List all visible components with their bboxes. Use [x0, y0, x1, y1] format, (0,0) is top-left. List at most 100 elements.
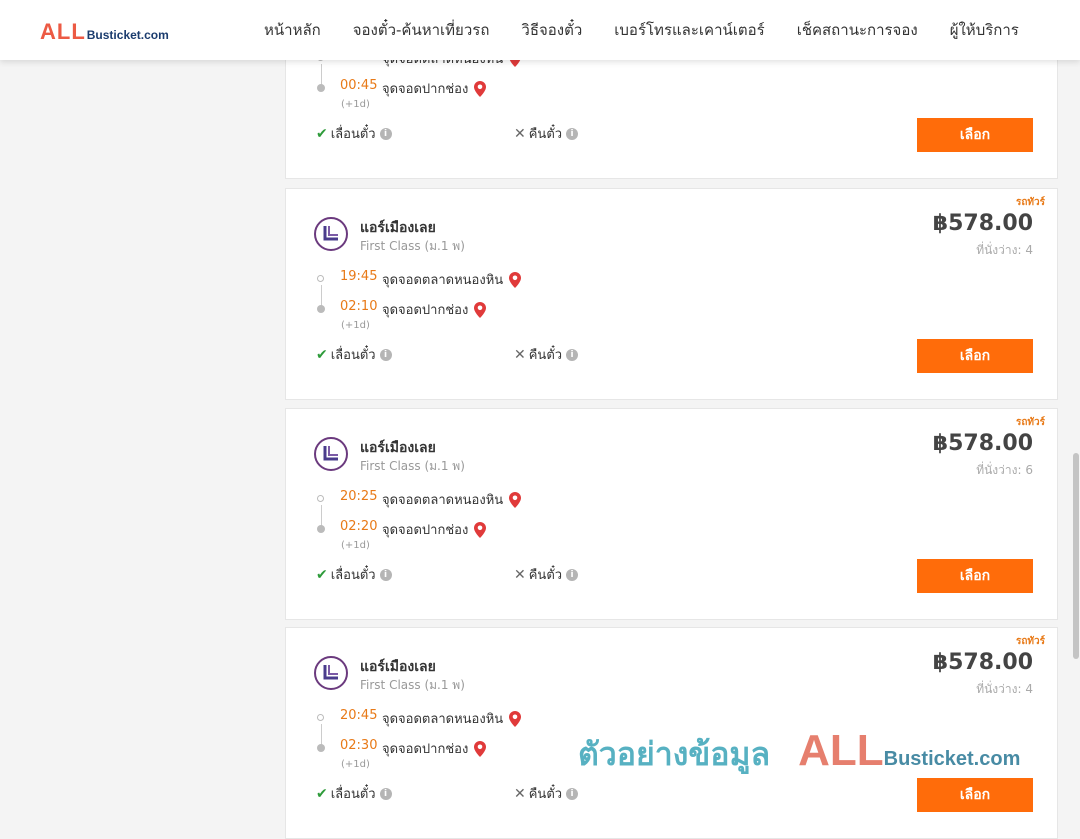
main-nav: หน้าหลัก จองตั๋ว-ค้นหาเที่ยวรถ วิธีจองตั… [248, 0, 1035, 60]
operator-logo [314, 656, 348, 690]
bus-type-badge: รถทัวร์ [1015, 417, 1045, 428]
depart-place: จุดจอดตลาดหนองหิน [382, 489, 522, 510]
arrive-place: จุดจอดปากช่อง [382, 78, 487, 99]
operator-logo [314, 217, 348, 251]
depart-dot-icon [317, 714, 324, 721]
nav-home[interactable]: หน้าหลัก [248, 18, 337, 42]
cross-icon: ✕ [514, 566, 526, 583]
refund-ticket-label: คืนตั๋ว [528, 787, 563, 802]
select-trip-button[interactable]: เลือก [917, 118, 1033, 152]
next-day-marker: (+1d) [341, 759, 370, 770]
operator-name: แอร์เมืองเลย [360, 659, 436, 675]
seats-available: ที่นั่งว่าง: 4 [976, 682, 1033, 696]
change-ticket-policy: ✔ เลื่อนตั๋ว i [316, 564, 392, 585]
check-icon: ✔ [316, 346, 328, 363]
route-line [321, 505, 322, 527]
trip-card: รถทัวร์ แอร์เมืองเลย First Class (ม.1 พ) ฿5… [285, 188, 1058, 400]
refund-ticket-policy: ✕ คืนตั๋ว i [514, 564, 579, 585]
info-icon[interactable]: i [379, 568, 392, 581]
next-day-marker: (+1d) [341, 320, 370, 331]
ticket-price: ฿578.00 [932, 211, 1033, 236]
info-icon[interactable]: i [566, 568, 579, 581]
depart-dot-icon [317, 495, 324, 502]
seats-available: ที่นั่งว่าง: 4 [976, 243, 1033, 257]
cross-icon: ✕ [514, 346, 526, 363]
depart-place-label: จุดจอดตลาดหนองหิน [382, 273, 504, 288]
info-icon[interactable]: i [379, 127, 392, 140]
refund-ticket-policy: ✕ คืนตั๋ว i [514, 783, 579, 804]
map-pin-icon[interactable] [509, 491, 522, 508]
nav-check-booking[interactable]: เช็คสถานะการจอง [781, 18, 934, 42]
info-icon[interactable]: i [566, 127, 579, 140]
refund-ticket-label: คืนตั๋ว [528, 127, 563, 142]
arrive-dot-icon [317, 84, 325, 92]
map-pin-icon[interactable] [509, 710, 522, 727]
arrive-place-label: จุดจอดปากช่อง [382, 82, 469, 97]
map-pin-icon[interactable] [474, 301, 487, 318]
bus-class: First Class (ม.1 พ) [360, 459, 465, 473]
refund-ticket-label: คืนตั๋ว [528, 348, 563, 363]
change-ticket-policy: ✔ เลื่อนตั๋ว i [316, 123, 392, 144]
depart-place-label: จุดจอดตลาดหนองหิน [382, 493, 504, 508]
info-icon[interactable]: i [566, 348, 579, 361]
select-trip-button[interactable]: เลือก [917, 778, 1033, 812]
map-pin-icon[interactable] [474, 521, 487, 538]
nav-how-to-book[interactable]: วิธีจองตั๋ว [505, 18, 598, 42]
ticket-price: ฿578.00 [932, 650, 1033, 675]
arrive-place: จุดจอดปากช่อง [382, 738, 487, 759]
bus-class: First Class (ม.1 พ) [360, 239, 465, 253]
arrive-time: 02:20 [340, 519, 378, 534]
arrive-place: จุดจอดปากช่อง [382, 519, 487, 540]
cross-icon: ✕ [514, 125, 526, 142]
trip-card: รถทัวร์แอร์เมืองเลย First Class (ม.1 พ) ฿5… [285, 627, 1058, 839]
next-day-marker: (+1d) [341, 99, 370, 110]
depart-time: 19:45 [340, 269, 378, 284]
arrive-time: 00:45 [340, 78, 378, 93]
change-ticket-policy: ✔ เลื่อนตั๋ว i [316, 344, 392, 365]
info-icon[interactable]: i [566, 787, 579, 800]
arrive-place-label: จุดจอดปากช่อง [382, 303, 469, 318]
depart-time: 20:45 [340, 708, 378, 723]
map-pin-icon[interactable] [474, 740, 487, 757]
check-icon: ✔ [316, 125, 328, 142]
map-pin-icon[interactable] [474, 80, 487, 97]
seats-available: ที่นั่งว่าง: 6 [976, 463, 1033, 477]
site-header: ALL Busticket.com หน้าหลัก จองตั๋ว-ค้นหา… [0, 0, 1080, 60]
route-line [321, 285, 322, 307]
nav-operators[interactable]: ผู้ให้บริการ [934, 18, 1035, 42]
site-logo[interactable]: ALL Busticket.com [40, 19, 169, 45]
change-ticket-label: เลื่อนตั๋ว [330, 127, 376, 142]
scrollbar-thumb[interactable] [1073, 453, 1079, 659]
change-ticket-label: เลื่อนตั๋ว [330, 787, 376, 802]
depart-place: จุดจอดตลาดหนองหิน [382, 269, 522, 290]
ticket-price: ฿578.00 [932, 431, 1033, 456]
arrive-place-label: จุดจอดปากช่อง [382, 742, 469, 757]
route-line [321, 64, 322, 86]
refund-ticket-policy: ✕ คืนตั๋ว i [514, 344, 579, 365]
page-scrollbar[interactable] [1072, 60, 1080, 800]
operator-name: แอร์เมืองเลย [360, 440, 436, 456]
info-icon[interactable]: i [379, 348, 392, 361]
info-icon[interactable]: i [379, 787, 392, 800]
nav-phone-counters[interactable]: เบอร์โทรและเคาน์เตอร์ [598, 18, 780, 42]
depart-place: จุดจอดตลาดหนองหิน [382, 708, 522, 729]
select-trip-button[interactable]: เลือก [917, 339, 1033, 373]
next-day-marker: (+1d) [341, 540, 370, 551]
arrive-dot-icon [317, 525, 325, 533]
depart-time: 20:25 [340, 489, 378, 504]
nav-book-search[interactable]: จองตั๋ว-ค้นหาเที่ยวรถ [337, 18, 506, 42]
select-trip-button[interactable]: เลือก [917, 559, 1033, 593]
check-icon: ✔ [316, 785, 328, 802]
logo-all-text: ALL [40, 19, 86, 44]
map-pin-icon[interactable] [509, 271, 522, 288]
bus-type-badge: รถทัวร์ [1015, 636, 1045, 647]
operator-logo [314, 437, 348, 471]
bus-class: First Class (ม.1 พ) [360, 678, 465, 692]
bus-type-badge: รถทัวร์ [1015, 197, 1045, 208]
depart-place-label: จุดจอดตลาดหนองหิน [382, 712, 504, 727]
arrive-place-label: จุดจอดปากช่อง [382, 523, 469, 538]
route-line [321, 724, 322, 746]
arrive-dot-icon [317, 744, 325, 752]
arrive-time: 02:30 [340, 738, 378, 753]
arrive-time: 02:10 [340, 299, 378, 314]
